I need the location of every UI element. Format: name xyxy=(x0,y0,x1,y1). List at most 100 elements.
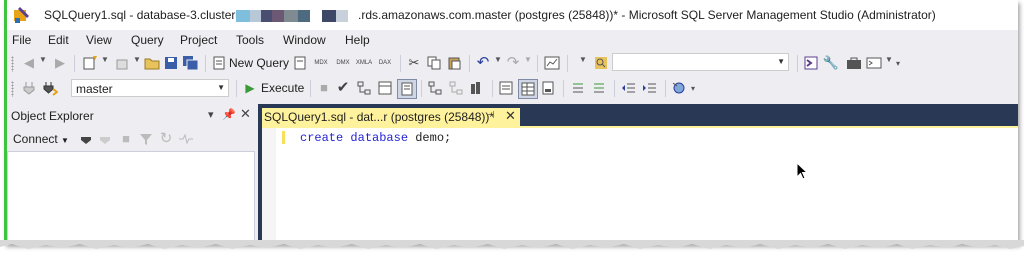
ssms-app-icon[interactable] xyxy=(13,6,31,24)
redaction-block xyxy=(336,10,348,22)
client-statistics-icon[interactable] xyxy=(468,79,486,97)
specify-values-icon[interactable] xyxy=(670,79,688,97)
toolbar-separator xyxy=(665,80,666,97)
add-item-icon[interactable] xyxy=(113,54,131,72)
save-icon[interactable] xyxy=(162,54,180,72)
chevron-down-icon: ▼ xyxy=(61,136,69,145)
solution-explorer-icon[interactable] xyxy=(802,54,820,72)
toolbar-overflow[interactable]: ▾ xyxy=(896,59,900,68)
redaction-block xyxy=(298,10,310,22)
redo-dropdown-arrow[interactable]: ▼ xyxy=(524,55,532,64)
sql-keyword: database xyxy=(350,131,409,145)
menu-query[interactable]: Query xyxy=(131,33,164,47)
display-estimated-plan-icon[interactable] xyxy=(355,79,373,97)
query-designer-icon[interactable] xyxy=(376,79,394,97)
connect-button[interactable]: Connect ▼ xyxy=(13,132,69,146)
results-to-file-icon[interactable] xyxy=(539,79,557,97)
toolbar-separator xyxy=(205,55,206,72)
dmx-query-icon[interactable]: DMX xyxy=(334,54,352,72)
parse-icon[interactable]: ✔ xyxy=(334,79,352,97)
configuration-dropdown-arrow[interactable]: ▼ xyxy=(579,55,587,64)
execute-button[interactable]: Execute xyxy=(261,81,304,95)
menu-file[interactable]: File xyxy=(12,33,31,47)
refresh-icon[interactable]: ↻ xyxy=(157,130,175,148)
database-selector-arrow[interactable]: ▼ xyxy=(217,83,225,92)
toolbar-separator xyxy=(614,80,615,97)
query-editor[interactable]: create database demo; xyxy=(262,128,1018,244)
toolbar-grip[interactable] xyxy=(11,56,14,72)
redaction-block xyxy=(272,10,284,22)
disconnect-icon[interactable] xyxy=(97,130,115,148)
mdx-query-icon[interactable]: MDX xyxy=(312,54,330,72)
execute-icon[interactable]: ▶ xyxy=(241,79,259,97)
find-icon[interactable] xyxy=(592,54,610,72)
sql-editor-toolbar: master ▼ ▶ Execute ■ ✔ ▾ xyxy=(7,76,1018,101)
redaction-block xyxy=(261,10,272,22)
find-combo-arrow[interactable]: ▼ xyxy=(777,57,785,66)
decrease-indent-icon[interactable] xyxy=(620,79,638,97)
menu-window[interactable]: Window xyxy=(283,33,326,47)
pin-icon[interactable]: 📌 xyxy=(222,108,236,121)
back-icon[interactable]: ◀ xyxy=(20,54,38,72)
filter-icon[interactable] xyxy=(137,130,155,148)
copy-icon[interactable] xyxy=(425,54,443,72)
command-window-icon[interactable] xyxy=(865,54,883,72)
back-dropdown-arrow[interactable]: ▼ xyxy=(39,55,47,64)
close-icon[interactable]: ✕ xyxy=(240,106,251,122)
new-query-icon[interactable] xyxy=(210,54,228,72)
new-project-icon[interactable] xyxy=(81,54,99,72)
undo-dropdown-arrow[interactable]: ▼ xyxy=(494,55,502,64)
command-dropdown-arrow[interactable]: ▼ xyxy=(885,55,893,64)
menu-tools[interactable]: Tools xyxy=(236,33,264,47)
code-line[interactable]: create database demo; xyxy=(300,131,451,145)
window-position-icon[interactable]: ▾ xyxy=(208,108,214,121)
database-selector[interactable]: master ▼ xyxy=(71,79,229,97)
pin-icon[interactable]: ⊣ xyxy=(486,110,495,121)
find-combo[interactable]: ▼ xyxy=(612,53,789,71)
stop-icon[interactable]: ■ xyxy=(315,79,333,97)
toolbar-separator xyxy=(469,55,470,72)
activity-monitor-icon[interactable] xyxy=(177,130,195,148)
menu-project[interactable]: Project xyxy=(180,33,217,47)
close-icon[interactable]: ✕ xyxy=(505,108,516,124)
activity-monitor-icon[interactable] xyxy=(543,54,561,72)
change-connection-icon[interactable] xyxy=(41,79,59,97)
uncomment-icon[interactable] xyxy=(590,79,608,97)
connect-plug-icon[interactable] xyxy=(77,130,95,148)
redaction-block xyxy=(284,10,298,22)
results-to-grid-icon[interactable] xyxy=(518,79,538,99)
sql-query-icon[interactable] xyxy=(291,54,309,72)
comment-icon[interactable] xyxy=(569,79,587,97)
toolbar-separator xyxy=(567,55,568,72)
increase-indent-icon[interactable] xyxy=(641,79,659,97)
results-to-text-icon[interactable] xyxy=(497,79,515,97)
include-actual-plan-icon[interactable] xyxy=(426,79,444,97)
paste-icon[interactable] xyxy=(445,54,463,72)
menu-edit[interactable]: Edit xyxy=(48,33,69,47)
connect-icon[interactable] xyxy=(20,79,38,97)
live-query-stats-icon[interactable] xyxy=(447,79,465,97)
open-file-icon[interactable] xyxy=(143,54,161,72)
menu-help[interactable]: Help xyxy=(345,33,370,47)
properties-icon[interactable]: 🔧 xyxy=(822,54,840,72)
cut-icon[interactable]: ✂ xyxy=(405,54,423,72)
redo-icon[interactable]: ↷ xyxy=(504,54,522,72)
intellisense-icon[interactable] xyxy=(397,79,417,99)
toolbar-grip[interactable] xyxy=(11,81,14,97)
menu-view[interactable]: View xyxy=(86,33,112,47)
tab-sqlquery1[interactable]: SQLQuery1.sql - dat...r (postgres (25848… xyxy=(262,108,520,126)
xmla-query-icon[interactable]: XMLA xyxy=(355,54,373,72)
new-project-dropdown-arrow[interactable]: ▼ xyxy=(101,55,109,64)
object-explorer-tree[interactable] xyxy=(7,151,255,244)
new-query-button[interactable]: New Query xyxy=(229,56,289,70)
add-item-dropdown-arrow[interactable]: ▼ xyxy=(133,55,141,64)
dax-query-icon[interactable]: DAX xyxy=(376,54,394,72)
toolbar-separator xyxy=(74,55,75,72)
forward-icon[interactable]: ▶ xyxy=(51,54,69,72)
stop-icon[interactable]: ■ xyxy=(117,130,135,148)
toolbox-icon[interactable] xyxy=(845,54,863,72)
save-all-icon[interactable] xyxy=(182,54,200,72)
ssms-window: SQLQuery1.sql - database-3.cluster- .rds… xyxy=(4,0,1018,244)
toolbar2-overflow[interactable]: ▾ xyxy=(691,84,695,93)
undo-icon[interactable]: ↶ xyxy=(474,54,492,72)
